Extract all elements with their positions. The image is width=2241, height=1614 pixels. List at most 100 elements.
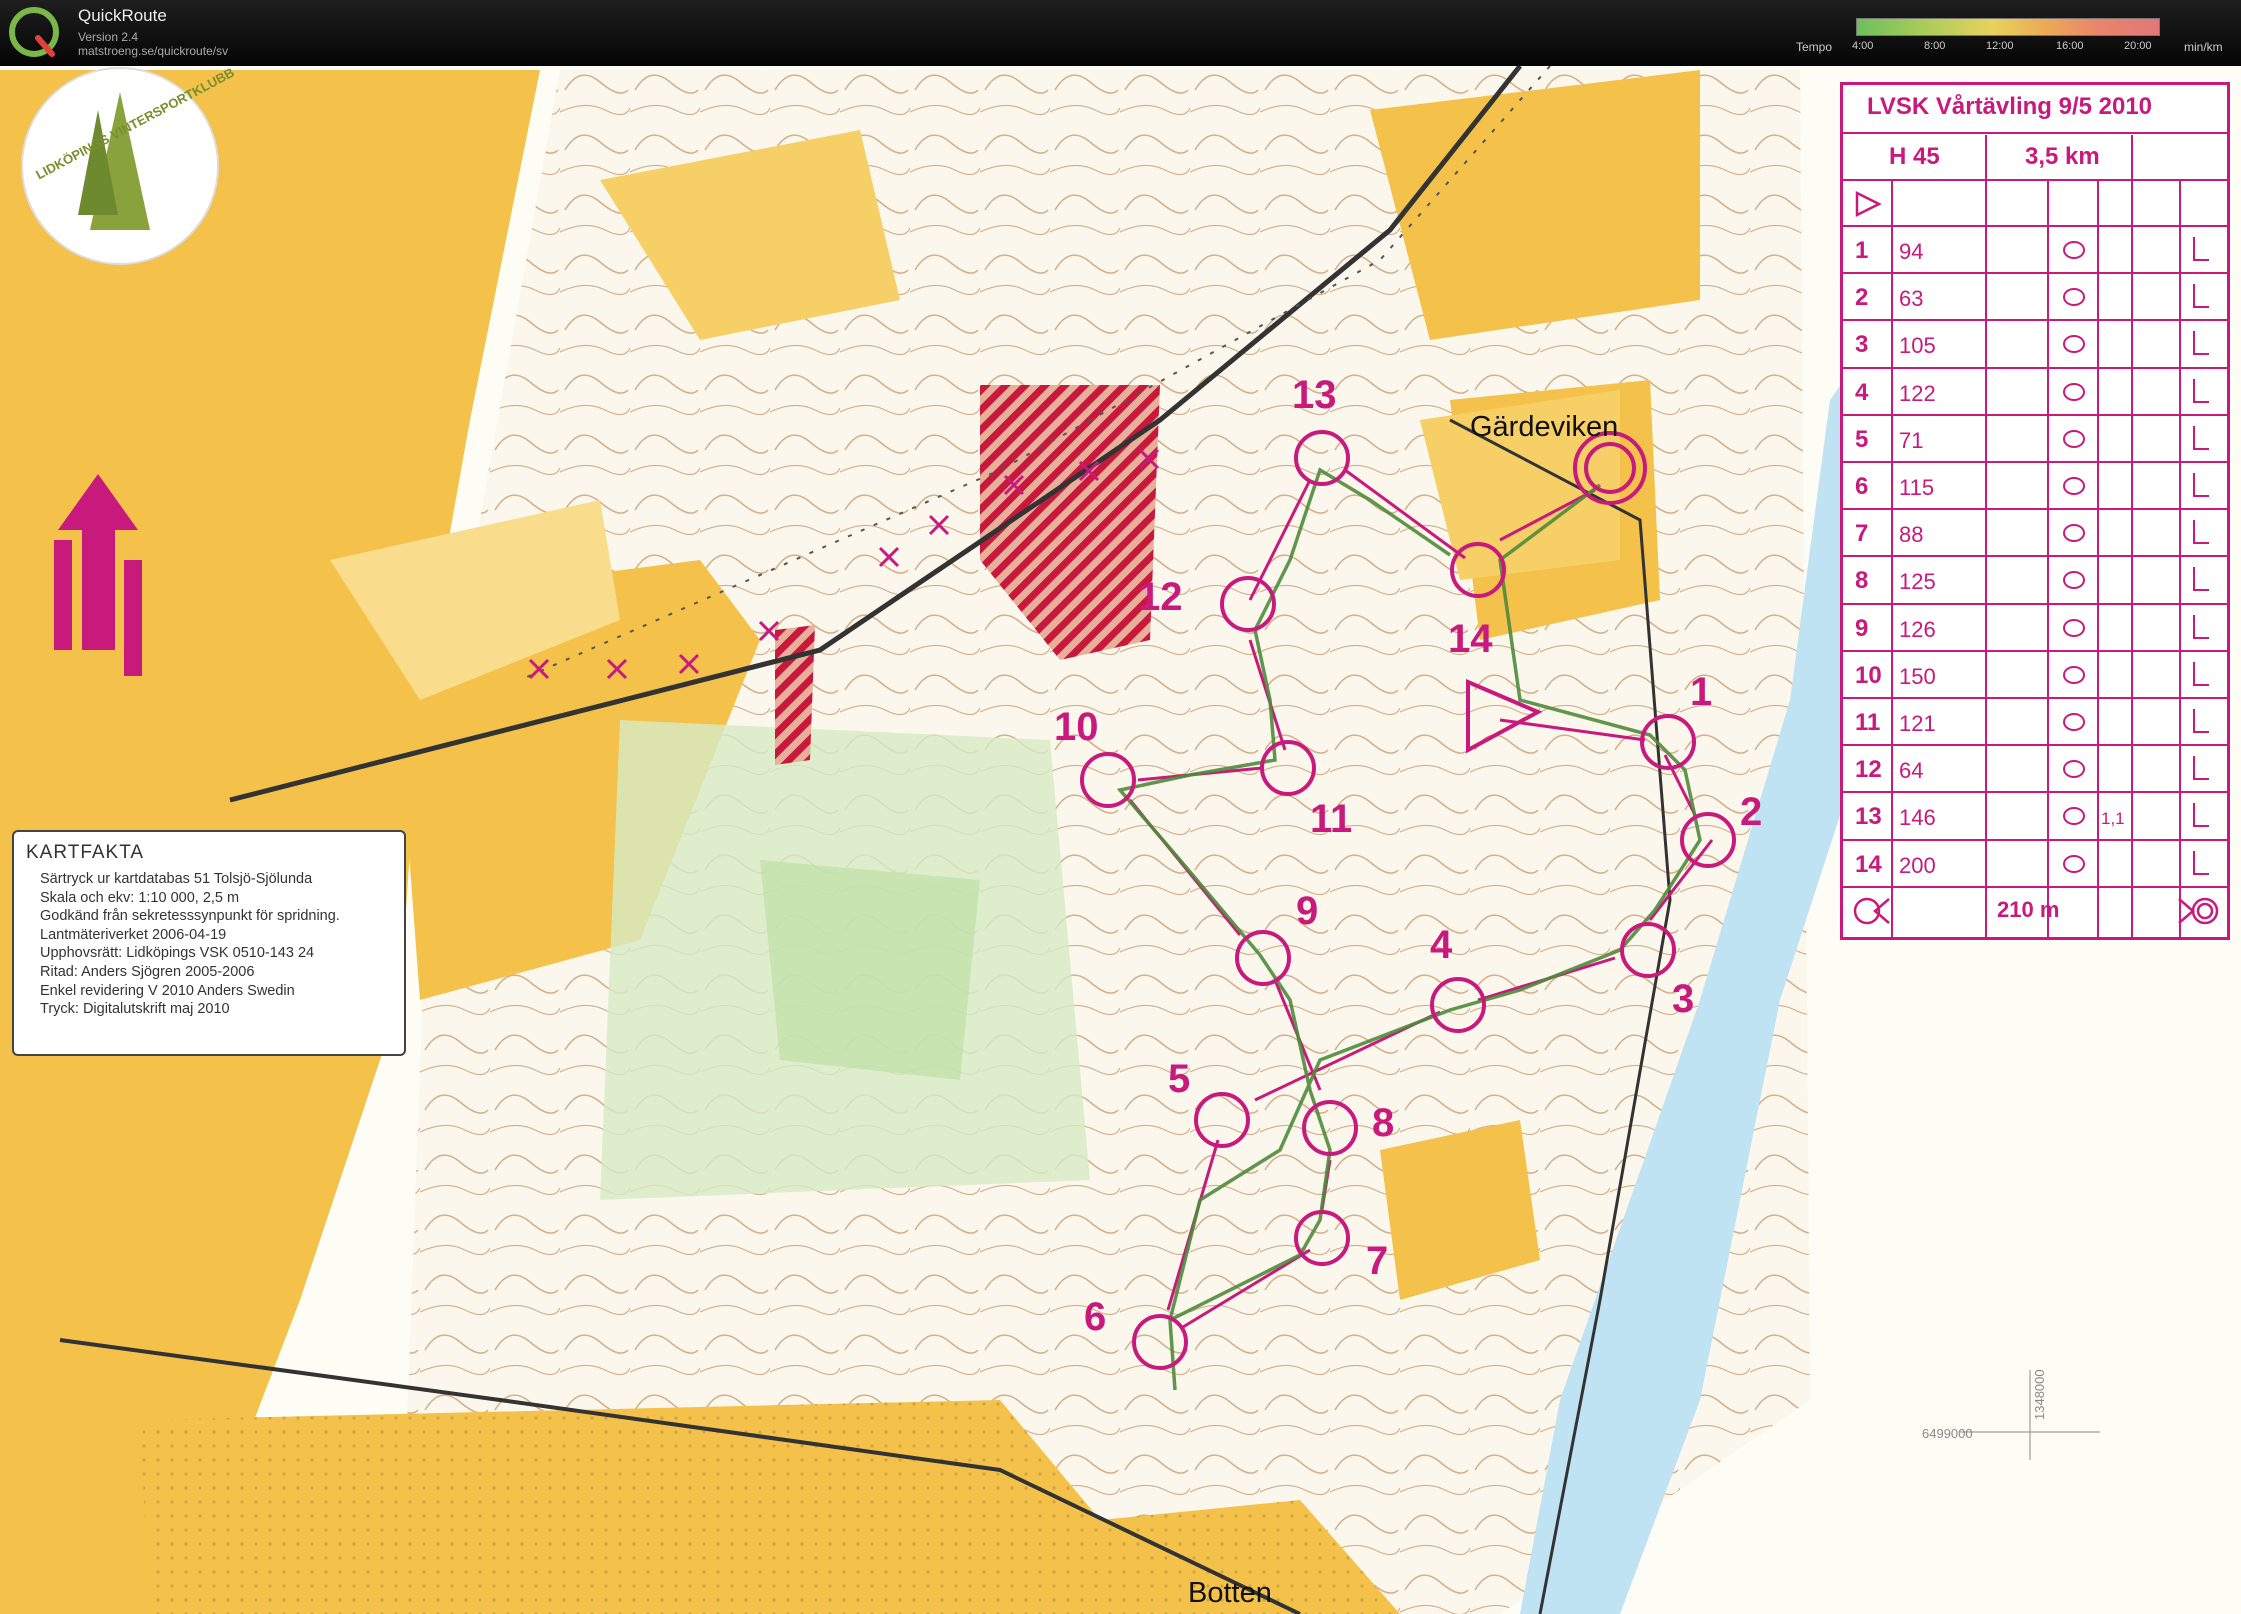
map-facts-line: Godkänd från sekretesssynpunkt för sprid… — [40, 908, 340, 925]
map-facts-line: Upphovsrätt: Lidköpings VSK 0510-143 24 — [40, 945, 315, 962]
location-symbol-icon — [2193, 378, 2209, 403]
feature-symbol-icon — [2063, 241, 2085, 259]
finish-distance: 210 m — [1997, 897, 2060, 922]
location-symbol-icon — [2193, 661, 2209, 686]
control-description-sheet: LVSK Vårtävling 9/5 2010 H 45 3,5 km 1 94… — [1840, 82, 2230, 940]
row-divider — [1843, 838, 2227, 841]
control-code: 115 — [1899, 475, 1935, 500]
tempo-color-scale — [1856, 18, 2160, 36]
divider — [1985, 135, 1987, 937]
row-divider — [1843, 885, 2227, 888]
control-number: 8 — [1855, 567, 1869, 595]
control-code: 150 — [1899, 663, 1936, 689]
tempo-tick: 20:00 — [2124, 40, 2152, 52]
feature-symbol-icon — [2063, 477, 2085, 495]
class-label: H 45 — [1889, 143, 1940, 170]
control-code: 200 — [1899, 852, 1936, 878]
divider — [2131, 135, 2133, 937]
map-facts-box: KARTFAKTA Särtryck ur kartdatabas 51 Tol… — [12, 830, 406, 1056]
control-code: 105 — [1899, 333, 1936, 359]
row-divider — [1843, 697, 2227, 699]
app-title: QuickRoute — [78, 6, 167, 25]
tempo-tick: 8:00 — [1924, 40, 1946, 52]
grid-ref-easting: 6499000 — [1922, 1426, 1973, 1441]
control-code: 63 — [1899, 286, 1924, 312]
feature-symbol-icon — [2063, 571, 2085, 590]
map-facts-line: Enkel revidering V 2010 Anders Swedin — [40, 982, 295, 999]
control-number: 9 — [1855, 614, 1869, 642]
feature-symbol-icon — [2063, 713, 2085, 731]
map-facts-line: Tryck: Digitalutskrift maj 2010 — [40, 1001, 230, 1018]
control-number-10: 10 — [1054, 705, 1099, 749]
control-number: 4 — [1855, 378, 1869, 406]
control-code: 94 — [1899, 239, 1924, 264]
row-divider — [1843, 366, 2227, 369]
location-symbol-icon — [2193, 237, 2209, 261]
tempo-label: Tempo — [1796, 40, 1833, 54]
place-name-gardeviken: Gärdeviken — [1470, 411, 1618, 443]
row-divider — [1843, 744, 2227, 747]
location-symbol-icon — [2193, 614, 2209, 639]
feature-symbol-icon — [2063, 382, 2085, 401]
control-code: 88 — [1899, 522, 1924, 548]
control-number: 13 — [1855, 803, 1882, 831]
row-divider — [1843, 225, 2227, 227]
divider — [2097, 181, 2099, 937]
feature-symbol-icon — [2063, 618, 2085, 637]
finish-start-symbol-icon — [1853, 897, 1890, 925]
forbidden-strip-hatch — [775, 625, 815, 765]
control-code: 126 — [1899, 616, 1936, 642]
control-number-14: 14 — [1448, 617, 1493, 661]
feature-symbol-icon — [2063, 665, 2085, 684]
map-facts-line: Lantmäteriverket 2006-04-19 — [40, 926, 227, 943]
divider — [1891, 181, 1893, 937]
app-url[interactable]: matstroeng.se/quickroute/sv — [78, 44, 228, 58]
control-number: 3 — [1855, 331, 1869, 359]
feature-symbol-icon — [2063, 335, 2085, 354]
row-divider — [1843, 319, 2227, 322]
control-number: 1 — [1855, 237, 1869, 264]
row-divider — [1843, 272, 2227, 275]
tempo-tick: 12:00 — [1986, 40, 2014, 52]
control-code: 121 — [1899, 711, 1936, 736]
feature-symbol-icon — [2063, 760, 2085, 779]
location-symbol-icon — [2193, 756, 2209, 781]
feature-symbol-icon — [2063, 288, 2085, 307]
control-number-4: 4 — [1430, 923, 1453, 967]
location-symbol-icon — [2193, 473, 2209, 497]
divider — [2179, 181, 2181, 937]
location-symbol-icon — [2193, 425, 2209, 450]
grid-ref-northing: 1348000 — [2032, 1369, 2047, 1420]
start-symbol-icon — [1855, 190, 1882, 218]
location-symbol-icon — [2193, 284, 2209, 309]
location-symbol-icon — [2193, 567, 2209, 592]
location-symbol-icon — [2193, 520, 2209, 545]
app-version: Version 2.4 — [78, 30, 139, 44]
row-divider — [1843, 413, 2227, 416]
divider — [2047, 181, 2049, 937]
map-facts-line: Ritad: Anders Sjögren 2005-2006 — [40, 963, 255, 980]
control-code: 64 — [1899, 758, 1924, 784]
row-divider — [1843, 461, 2227, 463]
feature-symbol-icon — [2063, 429, 2085, 448]
map-facts-line: Skala och ekv: 1:10 000, 2,5 m — [40, 889, 240, 906]
row-divider — [1843, 649, 2227, 652]
control-number: 5 — [1855, 425, 1869, 453]
control-number: 2 — [1855, 284, 1869, 312]
control-number-6: 6 — [1084, 1295, 1106, 1339]
row-divider — [1843, 508, 2227, 511]
control-number-2: 2 — [1740, 790, 1762, 834]
control-number-11: 11 — [1310, 797, 1352, 841]
control-number: 10 — [1855, 661, 1882, 689]
control-number: 14 — [1855, 850, 1882, 878]
course-length: 3,5 km — [2025, 143, 2100, 170]
control-dimension: 1,1 — [2101, 809, 2125, 829]
control-number: 6 — [1855, 473, 1869, 500]
event-title: LVSK Vårtävling 9/5 2010 — [1867, 93, 2153, 120]
control-number-9: 9 — [1296, 889, 1318, 933]
location-symbol-icon — [2193, 331, 2209, 356]
control-code: 125 — [1899, 569, 1936, 595]
title-bar: QuickRoute Version 2.4 matstroeng.se/qui… — [0, 0, 2241, 66]
feature-symbol-icon — [2063, 524, 2085, 543]
tempo-unit: min/km — [2184, 40, 2223, 54]
